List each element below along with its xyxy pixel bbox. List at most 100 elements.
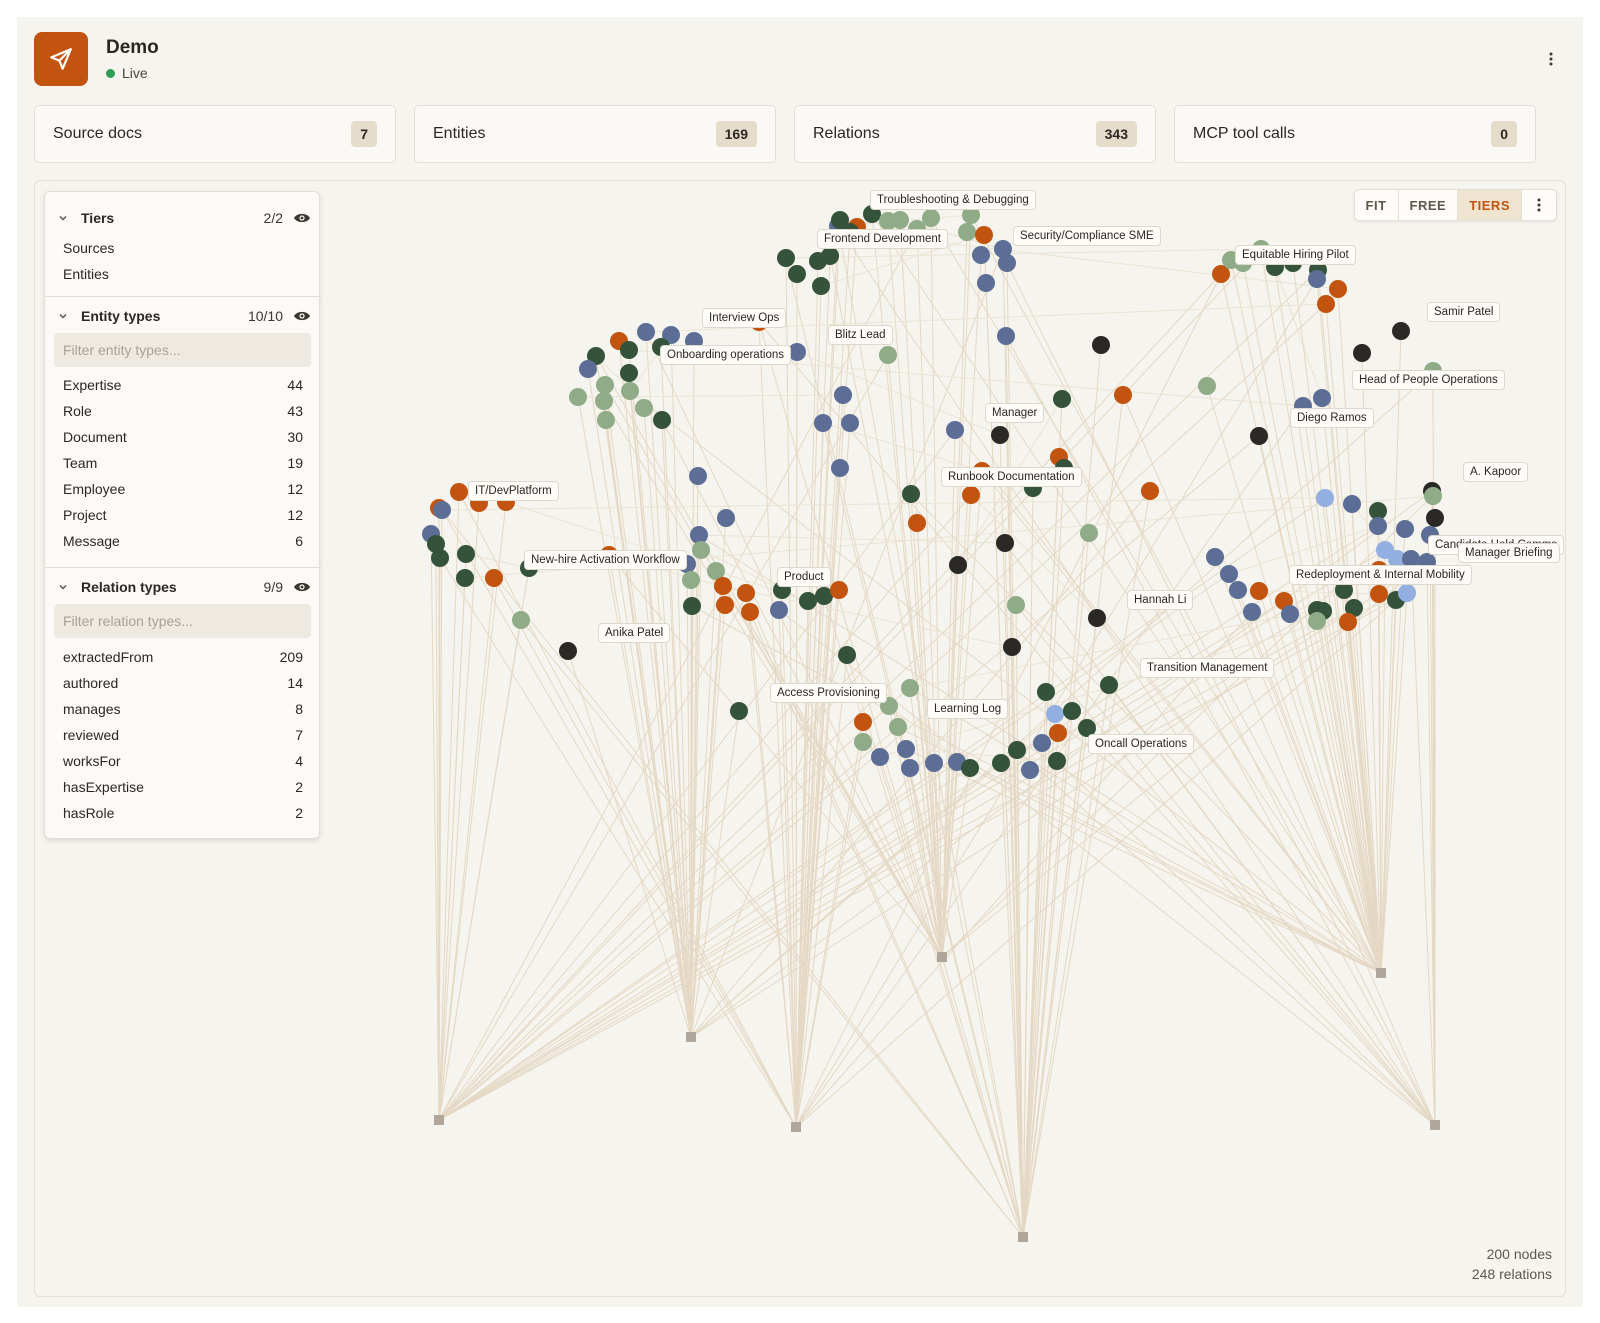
node-label[interactable]: IT/DevPlatform [468, 481, 559, 501]
entity-node [596, 376, 614, 394]
relation-edge [970, 494, 1098, 619]
stat-card-source-docs[interactable]: Source docs 7 [34, 105, 396, 163]
node-label[interactable]: Security/Compliance SME [1013, 226, 1161, 246]
tiers-layout-button[interactable]: TIERS [1458, 190, 1522, 220]
divider [45, 567, 321, 568]
relation-type-label: hasRole [63, 805, 115, 821]
stat-count-badge: 7 [351, 121, 377, 147]
entity-type-row-document[interactable]: Document 30 [63, 429, 303, 445]
relation-type-row-manages[interactable]: manages 8 [63, 701, 303, 717]
node-label[interactable]: New-hire Activation Workflow [524, 550, 687, 570]
node-label[interactable]: Oncall Operations [1088, 734, 1195, 754]
entity-node [1100, 676, 1118, 694]
entity-type-row-role[interactable]: Role 43 [63, 403, 303, 419]
node-label[interactable]: Product [777, 567, 831, 587]
tiers-section-header[interactable]: Tiers 2/2 [45, 206, 321, 230]
entity-node [1063, 702, 1081, 720]
entity-node [1353, 344, 1371, 362]
more-options-button[interactable] [1541, 47, 1561, 71]
entity-types-filter-input[interactable] [54, 333, 311, 367]
free-layout-button[interactable]: FREE [1399, 190, 1459, 220]
node-label[interactable]: Onboarding operations [660, 345, 791, 365]
graph-panel[interactable]: Troubleshooting & Debugging Frontend Dev… [34, 180, 1566, 1297]
entity-node [902, 485, 920, 503]
entity-node [897, 740, 915, 758]
node-label[interactable]: A. Kapoor [1463, 462, 1529, 482]
node-label[interactable]: Samir Patel [1427, 302, 1501, 322]
relation-type-row-worksfor[interactable]: worksFor 4 [63, 753, 303, 769]
node-label[interactable]: Learning Log [927, 699, 1009, 719]
relation-edge [577, 394, 844, 398]
node-label[interactable]: Frontend Development [817, 229, 948, 249]
node-label[interactable]: Diego Ramos [1290, 408, 1374, 428]
section-count: 10/10 [247, 308, 283, 324]
fit-button[interactable]: FIT [1355, 190, 1399, 220]
relation-type-count: 7 [295, 727, 303, 743]
filter-sidebar: Tiers 2/2 Sources Entities Entity types … [44, 191, 321, 839]
stat-card-entities[interactable]: Entities 169 [414, 105, 776, 163]
entity-node [653, 411, 671, 429]
node-label[interactable]: Redeployment & Internal Mobility [1289, 565, 1472, 585]
eye-icon[interactable] [293, 581, 311, 593]
relation-type-row-extractedfrom[interactable]: extractedFrom 209 [63, 649, 303, 665]
relation-edge [438, 525, 1379, 1121]
divider [45, 296, 321, 297]
chevron-down-icon [59, 584, 67, 590]
entity-node [958, 223, 976, 241]
relation-type-row-hasexpertise[interactable]: hasExpertise 2 [63, 779, 303, 795]
relation-type-label: extractedFrom [63, 649, 154, 665]
relation-type-row-hasrole[interactable]: hasRole 2 [63, 805, 303, 821]
entity-type-row-team[interactable]: Team 19 [63, 455, 303, 471]
entity-node [991, 426, 1009, 444]
node-label[interactable]: Manager [985, 403, 1045, 423]
entity-node [1229, 581, 1247, 599]
relation-edge [795, 351, 798, 1128]
tier-item-entities[interactable]: Entities [63, 266, 109, 282]
eye-icon[interactable] [293, 310, 311, 322]
chevron-down-icon [59, 313, 67, 319]
entity-node [1114, 386, 1132, 404]
node-label[interactable]: Access Provisioning [770, 683, 887, 703]
entity-node [569, 388, 587, 406]
tier-item-sources[interactable]: Sources [63, 240, 114, 256]
entity-node [841, 414, 859, 432]
node-label[interactable]: Manager Briefing [1458, 543, 1560, 563]
entity-node [717, 509, 735, 527]
entity-node [635, 399, 653, 417]
relation-types-section-header[interactable]: Relation types 9/9 [45, 575, 321, 599]
node-label[interactable]: Head of People Operations [1352, 370, 1505, 390]
node-label[interactable]: Equitable Hiring Pilot [1235, 245, 1356, 265]
entity-node [620, 341, 638, 359]
node-label[interactable]: Troubleshooting & Debugging [870, 190, 1036, 210]
relation-type-row-authored[interactable]: authored 14 [63, 675, 303, 691]
entity-node [922, 209, 940, 227]
relation-type-label: manages [63, 701, 121, 717]
node-label[interactable]: Transition Management [1140, 658, 1275, 678]
relation-type-count: 4 [295, 753, 303, 769]
entity-types-section-header[interactable]: Entity types 10/10 [45, 304, 321, 328]
node-label[interactable]: Runbook Documentation [941, 467, 1082, 487]
entity-type-row-message[interactable]: Message 6 [63, 533, 303, 549]
entity-type-row-expertise[interactable]: Expertise 44 [63, 377, 303, 393]
relation-type-row-reviewed[interactable]: reviewed 7 [63, 727, 303, 743]
entity-node [812, 277, 830, 295]
entity-type-row-project[interactable]: Project 12 [63, 507, 303, 523]
graph-options-button[interactable] [1522, 190, 1556, 220]
entity-node [716, 596, 734, 614]
node-label[interactable]: Hannah Li [1127, 590, 1194, 610]
entity-node [879, 346, 897, 364]
entity-node [1198, 377, 1216, 395]
eye-icon[interactable] [293, 212, 311, 224]
stat-card-mcp-tool-calls[interactable]: MCP tool calls 0 [1174, 105, 1536, 163]
live-status: Live [106, 65, 148, 81]
entity-type-row-employee[interactable]: Employee 12 [63, 481, 303, 497]
relation-types-filter-input[interactable] [54, 604, 311, 638]
node-label[interactable]: Anika Patel [598, 623, 671, 643]
entity-node [1008, 741, 1026, 759]
stat-count-badge: 169 [715, 121, 757, 147]
node-label[interactable]: Blitz Lead [828, 325, 893, 345]
node-label[interactable]: Interview Ops [702, 308, 787, 328]
stat-card-relations[interactable]: Relations 343 [794, 105, 1156, 163]
app-title: Demo [106, 37, 159, 58]
entity-node [1141, 482, 1159, 500]
